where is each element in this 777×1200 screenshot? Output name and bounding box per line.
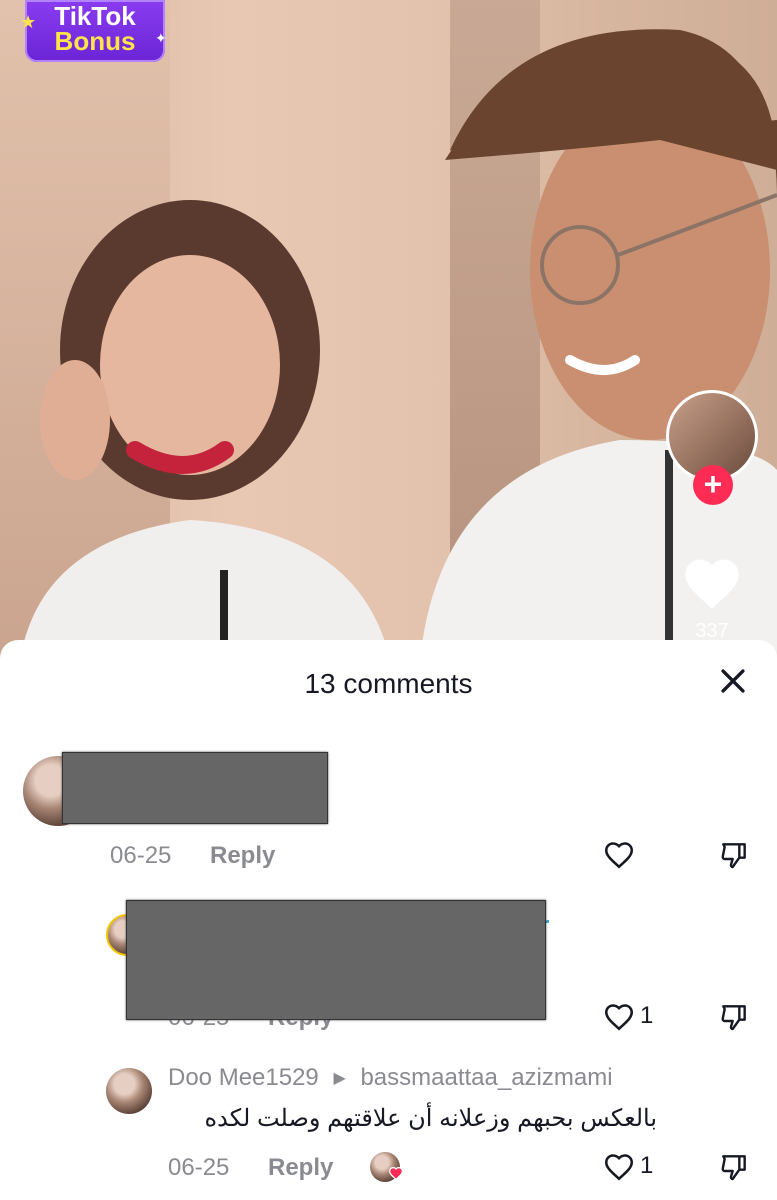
comment-date: 06-25 <box>110 842 172 869</box>
tiktok-bonus-badge[interactable]: TikTok Bonus <box>25 0 165 62</box>
badge-line2: Bonus <box>54 26 136 56</box>
reply-button[interactable]: Reply <box>210 842 275 870</box>
avatar[interactable] <box>106 1068 152 1114</box>
sparkle-icon: ✦ <box>155 30 167 46</box>
follow-button[interactable]: + <box>693 465 733 505</box>
caret-right-icon: ▶ <box>333 1070 346 1087</box>
like-count: 1 <box>640 1002 654 1029</box>
comment-text: بالعكس بحبهم وزعلانه أن علاقتهم وصلت لكد… <box>204 1105 657 1132</box>
close-icon[interactable] <box>716 664 750 698</box>
comment-author-line: Doo Mee1529 ▶ bassmaattaa_azizmami <box>168 1064 613 1092</box>
comments-title: 13 comments <box>304 668 473 699</box>
person-left-figure <box>20 200 390 660</box>
dislike-icon[interactable] <box>718 1150 750 1184</box>
star-icon: ★ <box>20 12 37 32</box>
redacted-comment-block <box>126 900 546 1020</box>
comments-sheet: 13 comments 06-25 Reply 06-25 Reply r 1 <box>0 640 777 1200</box>
heart-icon[interactable] <box>680 552 744 612</box>
heart-outline-icon[interactable] <box>602 1150 636 1182</box>
reply-to-name[interactable]: bassmaattaa_azizmami <box>360 1064 612 1091</box>
like-count: 1 <box>640 1152 654 1179</box>
redacted-comment-block <box>62 752 328 824</box>
author-name[interactable]: Doo Mee1529 <box>168 1064 319 1091</box>
dislike-icon[interactable] <box>718 838 750 872</box>
comment-date: 06-25 <box>168 1154 230 1181</box>
heart-icon <box>388 1167 404 1180</box>
video-player[interactable]: TikTok Bonus ★ ✦ + 337 <box>0 0 777 660</box>
heart-outline-icon[interactable] <box>602 1000 636 1032</box>
reply-button[interactable]: Reply <box>268 1154 333 1182</box>
heart-outline-icon[interactable] <box>602 838 636 870</box>
dislike-icon[interactable] <box>718 1000 750 1034</box>
